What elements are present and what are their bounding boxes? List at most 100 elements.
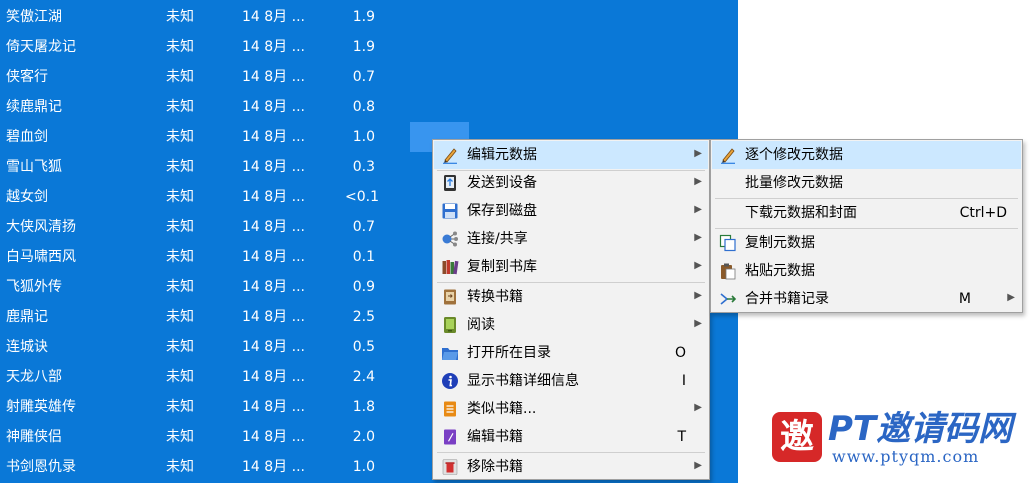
book-date-cell: 14 8月 ...	[242, 129, 305, 145]
book-author-cell: 未知	[166, 69, 194, 85]
book-author-cell: 未知	[166, 369, 194, 385]
menu-item-label: 保存到磁盘	[467, 203, 537, 219]
book-date-cell: 14 8月 ...	[242, 249, 305, 265]
book-author-cell: 未知	[166, 219, 194, 235]
table-row[interactable]: 倚天屠龙记 未知 14 8月 ... 1.9	[0, 32, 738, 62]
network-icon	[442, 231, 458, 247]
reader-icon	[444, 317, 456, 333]
book-author-cell: 未知	[166, 99, 194, 115]
book-author-cell: 未知	[166, 9, 194, 25]
submenu-arrow-icon: ▶	[694, 176, 702, 187]
info-icon	[442, 373, 458, 389]
menu-item-connect-share[interactable]: 连接/共享 ▶	[434, 225, 708, 253]
menu-item-edit-book[interactable]: 编辑书籍 T	[434, 423, 708, 451]
submenu-arrow-icon: ▶	[694, 402, 702, 413]
book-date-cell: 14 8月 ...	[242, 429, 305, 445]
menu-item-remove-books[interactable]: 移除书籍 ▶	[434, 453, 708, 481]
book-author-cell: 未知	[166, 249, 194, 265]
book-author-cell: 未知	[166, 429, 194, 445]
menu-item-show-book-details[interactable]: 显示书籍详细信息 I	[434, 367, 708, 395]
menu-item-label: 编辑书籍	[467, 429, 523, 445]
book-date-cell: 14 8月 ...	[242, 189, 305, 205]
menu-item-label: 阅读	[467, 317, 495, 333]
book-date-cell: 14 8月 ...	[242, 279, 305, 295]
context-menu: 编辑元数据 ▶ 发送到设备 ▶ 保存到磁盘 ▶ 连接/共享 ▶ 复制到书库 ▶ …	[432, 139, 710, 480]
pencil-icon	[721, 148, 735, 164]
menu-item-open-folder[interactable]: 打开所在目录 O	[434, 339, 708, 367]
submenu-arrow-icon: ▶	[1007, 292, 1015, 303]
book-title-cell: 碧血剑	[6, 129, 48, 145]
menu-item-label: 转换书籍	[467, 289, 523, 305]
book-title-cell: 书剑恩仇录	[6, 459, 76, 475]
menu-item-read[interactable]: 阅读 ▶	[434, 311, 708, 339]
book-title-cell: 连城诀	[6, 339, 48, 355]
menu-item-send-to-device[interactable]: 发送到设备 ▶	[434, 169, 708, 197]
book-size-cell: 0.8	[352, 99, 375, 115]
book-size-cell: 1.9	[352, 9, 375, 25]
menu-item-convert-books[interactable]: 转换书籍 ▶	[434, 283, 708, 311]
book-size-cell: 2.0	[352, 429, 375, 445]
menu-item-label: 下载元数据和封面	[745, 205, 857, 221]
book-date-cell: 14 8月 ...	[242, 459, 305, 475]
convert-icon	[444, 289, 456, 305]
submenu-item-copy-metadata[interactable]: 复制元数据	[712, 229, 1021, 257]
device-icon	[444, 175, 456, 191]
menu-item-label: 批量修改元数据	[745, 175, 843, 191]
book-title-cell: 越女剑	[6, 189, 48, 205]
table-row[interactable]: 侠客行 未知 14 8月 ... 0.7	[0, 62, 738, 92]
menu-item-label: 发送到设备	[467, 175, 537, 191]
book-size-cell: 0.7	[352, 219, 375, 235]
paste-icon	[721, 263, 736, 280]
submenu-item-download-metadata[interactable]: 下载元数据和封面 Ctrl+D	[712, 199, 1021, 227]
book-size-cell: 1.0	[352, 129, 375, 145]
similar-books-icon	[444, 401, 456, 417]
book-author-cell: 未知	[166, 309, 194, 325]
submenu-item-edit-individually[interactable]: 逐个修改元数据	[712, 141, 1021, 169]
submenu-arrow-icon: ▶	[694, 232, 702, 243]
book-title-cell: 白马啸西风	[6, 249, 76, 265]
submenu-item-merge-records[interactable]: 合并书籍记录 M ▶	[712, 285, 1021, 313]
menu-item-label: 粘贴元数据	[745, 263, 815, 279]
book-date-cell: 14 8月 ...	[242, 99, 305, 115]
edit-metadata-submenu: 逐个修改元数据 批量修改元数据 下载元数据和封面 Ctrl+D 复制元数据 粘贴…	[710, 139, 1023, 313]
book-size-cell: 1.9	[352, 39, 375, 55]
menu-item-shortcut: M	[958, 291, 971, 307]
menu-item-shortcut: I	[681, 373, 686, 389]
submenu-arrow-icon: ▶	[694, 148, 702, 159]
menu-item-label: 连接/共享	[467, 231, 528, 247]
menu-item-similar-books[interactable]: 类似书籍... ▶	[434, 395, 708, 423]
menu-item-label: 打开所在目录	[467, 345, 551, 361]
book-date-cell: 14 8月 ...	[242, 219, 305, 235]
watermark-url: www.ptyqm.com	[832, 447, 980, 466]
book-date-cell: 14 8月 ...	[242, 69, 305, 85]
book-author-cell: 未知	[166, 459, 194, 475]
submenu-item-paste-metadata[interactable]: 粘贴元数据	[712, 257, 1021, 285]
book-title-cell: 大侠风清扬	[6, 219, 76, 235]
menu-item-label: 移除书籍	[467, 459, 523, 475]
menu-item-edit-metadata[interactable]: 编辑元数据 ▶	[434, 141, 708, 169]
submenu-item-edit-in-bulk[interactable]: 批量修改元数据	[712, 169, 1021, 197]
menu-item-shortcut: T	[677, 429, 686, 445]
copy-icon	[719, 234, 736, 252]
menu-item-label: 显示书籍详细信息	[467, 373, 579, 389]
submenu-arrow-icon: ▶	[694, 290, 702, 301]
table-row[interactable]: 续鹿鼎记 未知 14 8月 ... 0.8	[0, 92, 738, 122]
book-size-cell: 2.5	[352, 309, 375, 325]
table-row[interactable]: 笑傲江湖 未知 14 8月 ... 1.9	[0, 2, 738, 32]
submenu-arrow-icon: ▶	[694, 318, 702, 329]
book-title-cell: 笑傲江湖	[6, 9, 62, 25]
book-author-cell: 未知	[166, 159, 194, 175]
menu-item-copy-to-library[interactable]: 复制到书库 ▶	[434, 253, 708, 281]
menu-item-save-to-disk[interactable]: 保存到磁盘 ▶	[434, 197, 708, 225]
book-date-cell: 14 8月 ...	[242, 39, 305, 55]
book-title-cell: 飞狐外传	[6, 279, 62, 295]
menu-item-shortcut: O	[674, 345, 686, 361]
merge-icon	[720, 293, 737, 305]
folder-icon	[442, 348, 458, 360]
book-author-cell: 未知	[166, 399, 194, 415]
book-title-cell: 鹿鼎记	[6, 309, 48, 325]
book-date-cell: 14 8月 ...	[242, 399, 305, 415]
book-date-cell: 14 8月 ...	[242, 159, 305, 175]
book-author-cell: 未知	[166, 189, 194, 205]
watermark: 邀 PT邀请码网 www.ptyqm.com	[772, 410, 1022, 470]
